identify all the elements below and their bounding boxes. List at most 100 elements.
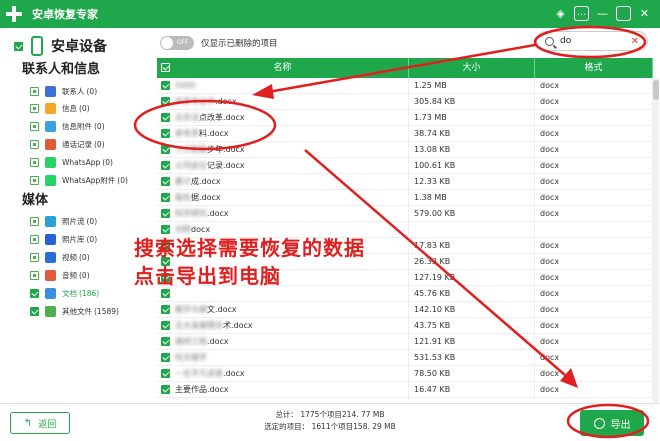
table-row[interactable]: 5000 1.25 MB docx	[157, 78, 653, 94]
row-checkbox[interactable]	[161, 97, 170, 106]
sidebar-item-checkbox[interactable]	[30, 306, 39, 316]
sidebar-item-attachment[interactable]: 信息附件 (0)	[30, 119, 105, 133]
chat-icon[interactable]: …	[574, 6, 589, 21]
table-row[interactable]: 教学大纲文.docx 142.10 KB docx	[157, 302, 653, 318]
cell-name[interactable]: 共享专业字.docx	[157, 94, 409, 110]
cell-name[interactable]: 北京试点改革.docx	[157, 110, 409, 126]
cell-name[interactable]: 荣誉docx.docx	[157, 398, 409, 400]
search-box[interactable]: do ✕	[536, 31, 648, 51]
export-button[interactable]: 导出	[580, 410, 644, 436]
cell-name[interactable]: 累计成.docx	[157, 174, 409, 190]
sidebar-item-checkbox[interactable]	[30, 288, 39, 298]
row-checkbox[interactable]	[161, 353, 170, 362]
row-checkbox[interactable]	[161, 113, 170, 122]
table-row[interactable]: 参考资料.docx 38.74 KB docx	[157, 126, 653, 142]
blurred-name: 5000	[175, 81, 196, 90]
table-row[interactable]: 累计成.docx 12.33 KB docx	[157, 174, 653, 190]
table-row[interactable]: 主要作品.docx 16.47 KB docx	[157, 382, 653, 398]
sidebar-item-checkbox[interactable]	[30, 252, 39, 262]
cell-name[interactable]: 参考资料.docx	[157, 126, 409, 142]
file-name: .docx	[215, 97, 237, 106]
table-row[interactable]: 一名平凡读者.docx 78.50 KB docx	[157, 366, 653, 382]
sidebar-item-checkbox[interactable]	[30, 103, 39, 113]
row-checkbox[interactable]	[161, 145, 170, 154]
row-checkbox[interactable]	[161, 305, 170, 314]
row-checkbox[interactable]	[161, 385, 170, 394]
row-checkbox[interactable]	[161, 193, 170, 202]
sidebar-item-checkbox[interactable]	[30, 175, 39, 185]
sidebar-item-checkbox[interactable]	[30, 270, 39, 280]
deleted-only-toggle[interactable]: OFF	[160, 36, 194, 50]
cell-name[interactable]: 5000	[157, 78, 409, 94]
table-row[interactable]: 北京试点改革.docx 1.73 MB docx	[157, 110, 653, 126]
row-checkbox[interactable]	[161, 209, 170, 218]
table-row[interactable]: 建材工程.docx 121.91 KB docx	[157, 334, 653, 350]
maximize-icon[interactable]	[616, 6, 631, 21]
cell-name[interactable]: 五大发展理念术.docx	[157, 318, 409, 334]
header-size[interactable]: 大小	[409, 58, 535, 78]
cell-name[interactable]: 报告据.docx	[157, 190, 409, 206]
sidebar-item-checkbox[interactable]	[30, 139, 39, 149]
cell-name[interactable]: 人工智能步年.docx	[157, 142, 409, 158]
table-row[interactable]: 共享专业字.docx 305.84 KB docx	[157, 94, 653, 110]
sidebar-item-whatsapp-attachment[interactable]: WhatsApp附件 (0)	[30, 173, 128, 187]
cell-name[interactable]: 公司会议记录.docx	[157, 158, 409, 174]
row-checkbox[interactable]	[161, 369, 170, 378]
sidebar-item-label: 照片库	[62, 234, 85, 244]
sidebar-item-messages[interactable]: 信息 (0)	[30, 101, 90, 115]
sidebar-item-documents[interactable]: 文档 (186)	[30, 286, 99, 300]
table-scrollbar[interactable]	[653, 78, 659, 403]
blurred-name: 参考资	[175, 129, 199, 138]
cell-name[interactable]: 咬文嚼字	[157, 350, 409, 366]
table-row[interactable]: 咬文嚼字 531.53 KB docx	[157, 350, 653, 366]
select-all-checkbox[interactable]	[161, 63, 170, 72]
clear-search-icon[interactable]: ✕	[631, 36, 639, 47]
sidebar-item-photo-library[interactable]: 照片库 (0)	[30, 232, 97, 246]
sidebar-item-video[interactable]: 视频 (0)	[30, 250, 90, 264]
table-row[interactable]: 五大发展理念术.docx 43.75 KB docx	[157, 318, 653, 334]
sidebar-item-contacts[interactable]: 联系人 (0)	[30, 84, 97, 98]
cell-size: 1.25 MB	[409, 78, 535, 94]
sidebar-item-photostream[interactable]: 照片流 (0)	[30, 214, 97, 228]
device-checkbox[interactable]	[14, 41, 23, 51]
shield-icon[interactable]: ◈	[553, 6, 568, 21]
table-row[interactable]: 报告据.docx 1.38 MB docx	[157, 190, 653, 206]
row-checkbox[interactable]	[161, 337, 170, 346]
row-checkbox[interactable]	[161, 321, 170, 330]
search-input[interactable]: do	[560, 36, 631, 46]
row-checkbox[interactable]	[161, 177, 170, 186]
sidebar-item-other-files[interactable]: 其他文件 (1589)	[30, 304, 119, 318]
sidebar-item-audio[interactable]: 音频 (0)	[30, 268, 90, 282]
sidebar-item-checkbox[interactable]	[30, 157, 39, 167]
row-checkbox[interactable]	[161, 161, 170, 170]
scroll-thumb[interactable]	[653, 80, 659, 100]
device-row[interactable]: 安卓设备	[14, 36, 107, 56]
cell-name[interactable]: 一名平凡读者.docx	[157, 366, 409, 382]
sidebar-item-call-log[interactable]: 通话记录 (0)	[30, 137, 105, 151]
cell-size: 16.47 KB	[409, 382, 535, 398]
cell-name[interactable]: 主要作品.docx	[157, 382, 409, 398]
table-row[interactable]: 公司会议记录.docx 100.61 KB docx	[157, 158, 653, 174]
cell-format: docx	[535, 382, 653, 398]
sidebar-item-checkbox[interactable]	[30, 121, 39, 131]
table-row[interactable]: 荣誉docx.docx128.47 KBdocx	[157, 398, 653, 400]
sidebar-item-checkbox[interactable]	[30, 86, 39, 96]
header-name[interactable]: 名称	[157, 58, 409, 78]
row-checkbox[interactable]	[161, 81, 170, 90]
row-checkbox[interactable]	[161, 225, 170, 234]
blurred-name: 报告	[175, 193, 191, 202]
close-icon[interactable]: ✕	[637, 6, 652, 21]
sidebar-item-whatsapp[interactable]: WhatsApp (0)	[30, 155, 113, 169]
row-checkbox[interactable]	[161, 129, 170, 138]
table-row[interactable]: 人工智能步年.docx 13.08 KB docx	[157, 142, 653, 158]
cell-name[interactable]: 建材工程.docx	[157, 334, 409, 350]
header-format[interactable]: 格式	[535, 58, 653, 78]
row-checkbox[interactable]	[161, 289, 170, 298]
cell-name[interactable]: 教学大纲文.docx	[157, 302, 409, 318]
minimize-icon[interactable]: —	[595, 6, 610, 21]
cell-name[interactable]: 科学研究.docx	[157, 206, 409, 222]
sidebar-item-checkbox[interactable]	[30, 234, 39, 244]
table-row[interactable]: 科学研究.docx 579.00 KB docx	[157, 206, 653, 222]
sidebar-item-checkbox[interactable]	[30, 216, 39, 226]
back-button[interactable]: ↰ 返回	[10, 412, 70, 434]
